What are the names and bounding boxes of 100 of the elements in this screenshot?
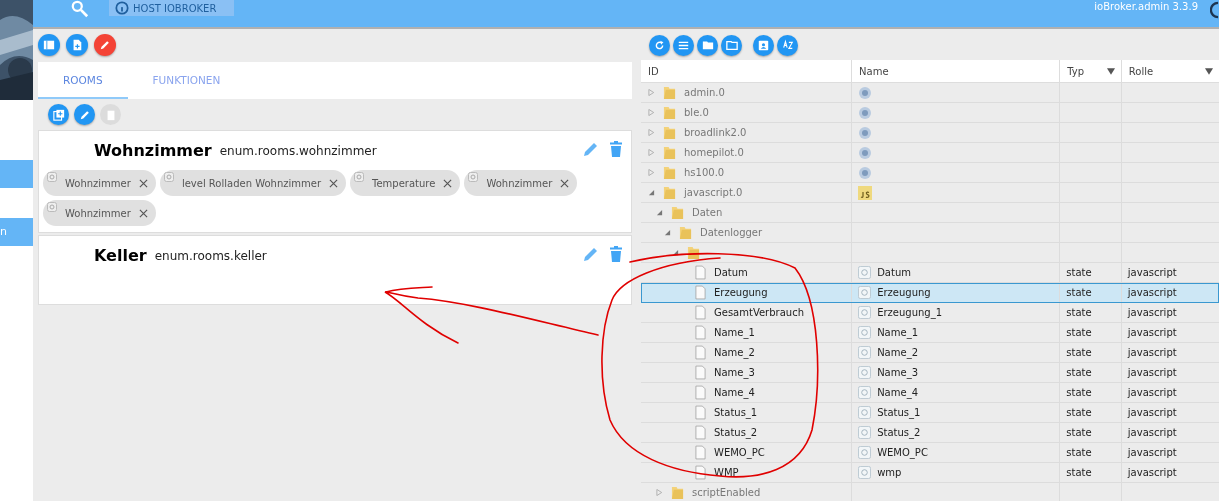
- column-header[interactable]: Name: [851, 60, 1060, 82]
- tree-row[interactable]: broadlink2.0: [641, 123, 1219, 143]
- tree-row[interactable]: [641, 243, 1219, 263]
- object-name: Erzeugung_1: [877, 307, 943, 318]
- object-type: state: [1066, 407, 1092, 418]
- delete-icon[interactable]: [609, 141, 623, 157]
- tree-row[interactable]: Datenlogger: [641, 223, 1219, 243]
- tree-row[interactable]: Status_2 Status_2 state javascript: [641, 423, 1219, 443]
- object-type: state: [1066, 327, 1092, 338]
- file-icon: [695, 425, 706, 440]
- tree-row[interactable]: GesamtVerbrauch Erzeugung_1 state javascript: [641, 303, 1219, 323]
- tree-row[interactable]: javascript.0: [641, 183, 1219, 203]
- collapse-icon[interactable]: [664, 229, 671, 236]
- tree-row[interactable]: scriptEnabled: [641, 483, 1219, 501]
- state-icon: [354, 172, 365, 182]
- close-icon[interactable]: [138, 178, 148, 188]
- folder-button[interactable]: [697, 34, 718, 56]
- search-icon[interactable]: [71, 0, 89, 18]
- file-icon: [695, 385, 706, 400]
- column-header[interactable]: ID: [641, 60, 852, 82]
- column-header[interactable]: Typ: [1059, 60, 1121, 82]
- tree-row[interactable]: WMP wmp state javascript: [641, 463, 1219, 483]
- collapse-icon[interactable]: [656, 209, 663, 216]
- member-chip[interactable]: Temperature: [350, 170, 461, 196]
- object-role: javascript: [1127, 367, 1177, 378]
- tree-row[interactable]: WEMO_PC WEMO_PC state javascript: [641, 443, 1219, 463]
- object-name: Name_4: [877, 387, 918, 398]
- add-file-icon: [71, 39, 83, 51]
- object-role: javascript: [1127, 407, 1177, 418]
- object-type: state: [1066, 347, 1092, 358]
- tree-row[interactable]: ble.0: [641, 103, 1219, 123]
- tree-row[interactable]: admin.0: [641, 83, 1219, 103]
- delete-icon[interactable]: [609, 246, 623, 262]
- sort-button[interactable]: [777, 34, 798, 56]
- expand-icon[interactable]: [656, 489, 663, 496]
- expand-icon[interactable]: [648, 129, 655, 136]
- list-button[interactable]: [673, 34, 694, 56]
- tree-row[interactable]: Status_1 Status_1 state javascript: [641, 403, 1219, 423]
- object-id: Erzeugung: [714, 287, 768, 298]
- add-button[interactable]: [48, 104, 69, 125]
- tree-row[interactable]: Name_1 Name_1 state javascript: [641, 323, 1219, 343]
- adapter-logo-icon: [858, 125, 873, 140]
- collapse-icon[interactable]: [672, 249, 679, 256]
- column-header[interactable]: Rolle: [1120, 60, 1219, 82]
- object-id: Name_4: [714, 387, 755, 398]
- tab[interactable]: ROOMS: [38, 62, 128, 99]
- tree-row[interactable]: Erzeugung Erzeugung state javascript: [641, 283, 1219, 303]
- object-type: state: [1066, 307, 1092, 318]
- object-name: Name_3: [877, 367, 918, 378]
- object-role: javascript: [1127, 447, 1177, 458]
- object-id: ble.0: [684, 107, 709, 118]
- object-type: state: [1066, 467, 1092, 478]
- close-icon[interactable]: [138, 208, 148, 218]
- state-icon: [858, 266, 872, 279]
- object-name: WEMO_PC: [877, 447, 928, 458]
- expand-icon[interactable]: [648, 149, 655, 156]
- state-icon: [858, 426, 872, 439]
- tree-row[interactable]: Name_2 Name_2 state javascript: [641, 343, 1219, 363]
- sidebar-toggle-button[interactable]: [38, 34, 60, 56]
- state-icon: [858, 306, 872, 319]
- tree-row[interactable]: Name_4 Name_4 state javascript: [641, 383, 1219, 403]
- folder-icon: [701, 39, 714, 51]
- close-icon[interactable]: [329, 178, 339, 188]
- member-chip[interactable]: Wohnzimmer: [43, 200, 156, 226]
- file-icon: [695, 325, 706, 340]
- edit-icon[interactable]: [583, 246, 599, 262]
- expand-icon[interactable]: [648, 109, 655, 116]
- object-id: Datenlogger: [700, 227, 763, 238]
- folder-button[interactable]: [721, 34, 742, 56]
- object-id: Status_2: [714, 427, 758, 438]
- state-icon: [858, 386, 872, 399]
- expand-icon[interactable]: [648, 169, 655, 176]
- tree-row[interactable]: Name_3 Name_3 state javascript: [641, 363, 1219, 383]
- contact-button[interactable]: [753, 34, 774, 56]
- close-icon[interactable]: [560, 178, 570, 188]
- edit-button[interactable]: [94, 34, 116, 56]
- member-chip[interactable]: level Rolladen Wohnzimmer: [159, 170, 347, 196]
- object-id: scriptEnabled: [692, 487, 761, 498]
- member-chip[interactable]: Wohnzimmer: [43, 170, 156, 196]
- edit-icon[interactable]: [583, 141, 599, 157]
- close-icon[interactable]: [443, 178, 453, 188]
- host-button[interactable]: HOST IOBROKER: [109, 0, 235, 16]
- refresh-button[interactable]: [649, 34, 670, 56]
- object-role: javascript: [1127, 467, 1177, 478]
- state-icon: [858, 346, 872, 359]
- object-id: WEMO_PC: [714, 447, 765, 458]
- expand-icon[interactable]: [648, 89, 655, 96]
- folder-icon: [679, 225, 692, 240]
- object-id: admin.0: [684, 87, 725, 98]
- edit-button[interactable]: [74, 104, 95, 125]
- member-chip[interactable]: Wohnzimmer: [464, 170, 578, 196]
- dropdown-icon[interactable]: [1205, 67, 1213, 75]
- tree-row[interactable]: hs100.0: [641, 163, 1219, 183]
- file-icon: [695, 265, 706, 280]
- add-file-button[interactable]: [66, 34, 88, 56]
- dropdown-icon[interactable]: [1106, 67, 1115, 75]
- collapse-icon[interactable]: [648, 189, 655, 196]
- tree-row[interactable]: homepilot.0: [641, 143, 1219, 163]
- tree-row[interactable]: Daten: [641, 203, 1219, 223]
- state-icon: [47, 172, 57, 182]
